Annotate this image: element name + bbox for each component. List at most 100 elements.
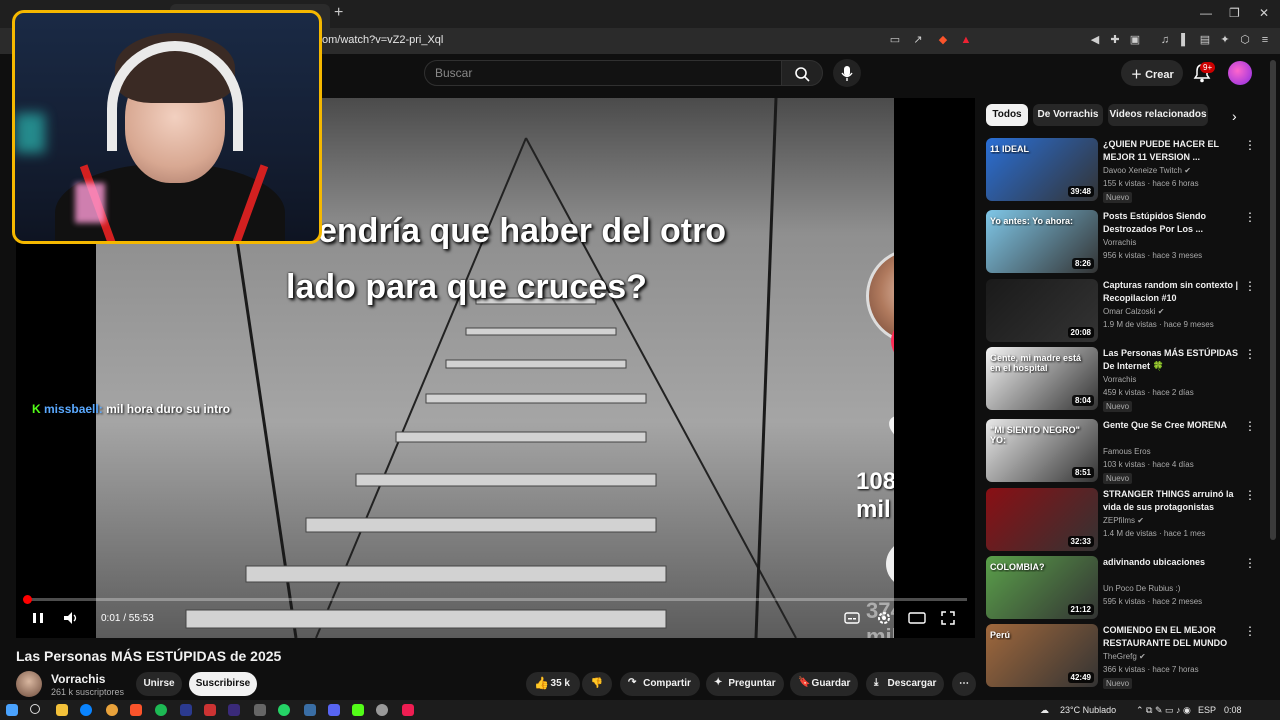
recommendation-item[interactable]: 20:08 Capturas random sin contexto | Reco…: [986, 279, 1256, 345]
url-field[interactable]: om/watch?v=vZ2-pri_Xql: [322, 34, 443, 46]
extensions-icon[interactable]: ✚: [1108, 33, 1122, 47]
fullscreen-button[interactable]: [940, 610, 956, 629]
more-actions-button[interactable]: ⋯: [952, 672, 976, 696]
video-thumbnail[interactable]: 11 IDEAL 39:48: [986, 138, 1098, 201]
kebab-menu-icon[interactable]: ⋮: [1244, 624, 1256, 638]
settings-button[interactable]: [876, 610, 892, 629]
sidebar-toggle-icon[interactable]: ▌: [1178, 33, 1192, 47]
leo-ai-icon[interactable]: ✦: [1218, 33, 1232, 47]
windows-start-icon[interactable]: [6, 704, 18, 716]
video-thumbnail[interactable]: "MI SIENTO NEGRO" YO: 8:51: [986, 419, 1098, 482]
recommendation-channel[interactable]: Vorrachis: [1103, 375, 1136, 384]
app-icon[interactable]: [304, 704, 316, 716]
whatsapp-icon[interactable]: [278, 704, 290, 716]
download-button[interactable]: ⤓ Descargar: [866, 672, 944, 696]
video-thumbnail[interactable]: 32:33: [986, 488, 1098, 551]
kebab-menu-icon[interactable]: ⋮: [1244, 419, 1256, 433]
kebab-menu-icon[interactable]: ⋮: [1244, 210, 1256, 224]
minimize-button[interactable]: —: [1200, 6, 1212, 20]
edge-icon[interactable]: [80, 704, 92, 716]
recommendation-title[interactable]: Las Personas MÁS ESTÚPIDAS De Internet 🍀: [1103, 347, 1243, 373]
restore-button[interactable]: ❐: [1229, 6, 1240, 20]
video-thumbnail[interactable]: Perú 42:49: [986, 624, 1098, 687]
cast-icon[interactable]: ▭: [888, 33, 902, 47]
wallet-icon[interactable]: ▤: [1198, 33, 1212, 47]
recommendation-item[interactable]: 11 IDEAL 39:48 ¿QUIEN PUEDE HACER EL MEJOR…: [986, 138, 1256, 204]
recommendation-title[interactable]: Capturas random sin contexto | Recopilac…: [1103, 279, 1243, 305]
recommendation-channel[interactable]: Vorrachis: [1103, 238, 1136, 247]
chevron-right-icon[interactable]: ›: [1232, 108, 1237, 124]
chrome-icon[interactable]: [106, 704, 118, 716]
search-input[interactable]: Buscar: [424, 60, 782, 86]
new-tab-button[interactable]: +: [334, 4, 343, 22]
share-page-icon[interactable]: ↗: [911, 33, 925, 47]
chip-videos-relacionados[interactable]: Videos relacionados: [1108, 104, 1208, 126]
channel-name[interactable]: Vorrachis: [51, 672, 105, 686]
kebab-menu-icon[interactable]: ⋮: [1244, 347, 1256, 361]
vpn-icon[interactable]: ⬡: [1238, 33, 1252, 47]
video-thumbnail[interactable]: Gente, mi madre está en el hospital 8:04: [986, 347, 1098, 410]
video-thumbnail[interactable]: Yo antes: Yo ahora: 8:26: [986, 210, 1098, 273]
kebab-menu-icon[interactable]: ⋮: [1244, 488, 1256, 502]
brave-rewards-icon[interactable]: ▲: [959, 33, 973, 47]
recommendation-channel[interactable]: Omar Calzoski ✔: [1103, 307, 1164, 316]
save-button[interactable]: 🔖 Guardar: [790, 672, 858, 696]
video-thumbnail[interactable]: 20:08: [986, 279, 1098, 342]
pause-button[interactable]: [30, 610, 46, 629]
dislike-button[interactable]: 👎: [582, 672, 612, 696]
recommendation-title[interactable]: Gente Que Se Cree MORENA: [1103, 419, 1243, 432]
discord-icon[interactable]: [328, 704, 340, 716]
file-explorer-icon[interactable]: [56, 704, 68, 716]
account-avatar[interactable]: [1228, 61, 1252, 85]
recommendation-channel[interactable]: TheGrefg ✔: [1103, 652, 1146, 661]
search-icon[interactable]: [30, 704, 40, 714]
app-icon[interactable]: [254, 704, 266, 716]
like-button[interactable]: 👍 35 k: [526, 672, 580, 696]
join-button[interactable]: Unirse: [136, 672, 182, 696]
screenshot-icon[interactable]: ▣: [1128, 33, 1142, 47]
recommendation-item[interactable]: Yo antes: Yo ahora: 8:26 Posts Estúpidos S…: [986, 210, 1256, 276]
voice-search-button[interactable]: [833, 59, 861, 87]
chip-todos[interactable]: Todos: [986, 104, 1028, 126]
calendar-icon[interactable]: [204, 704, 216, 716]
volume-button[interactable]: [62, 610, 80, 629]
ask-button[interactable]: ✦ Preguntar: [706, 672, 784, 696]
tiktok-icon[interactable]: [402, 704, 414, 716]
weather-text[interactable]: 23°C Nublado: [1060, 705, 1116, 715]
photoshop-icon[interactable]: [180, 704, 192, 716]
recommendation-title[interactable]: Posts Estúpidos Siendo Destrozados Por L…: [1103, 210, 1243, 236]
progress-scrubber[interactable]: [22, 595, 32, 604]
channel-avatar[interactable]: [16, 671, 42, 697]
kick-icon[interactable]: [352, 704, 364, 716]
chip-de-vorrachis[interactable]: De Vorrachis: [1033, 104, 1103, 126]
recommendation-channel[interactable]: Un Poco De Rubius :): [1103, 584, 1180, 593]
share-button[interactable]: ↷ Compartir: [620, 672, 700, 696]
subtitles-button[interactable]: [844, 610, 860, 629]
search-button[interactable]: [781, 60, 823, 86]
progress-bar[interactable]: [24, 598, 967, 601]
recommendation-title[interactable]: ¿QUIEN PUEDE HACER EL MEJOR 11 VERSION .…: [1103, 138, 1243, 164]
subscribe-button[interactable]: Suscribirse: [189, 672, 257, 696]
recommendation-title[interactable]: adivinando ubicaciones: [1103, 556, 1243, 569]
tray-icons[interactable]: ⌃ ⧉ ✎ ▭ ♪ ◉: [1136, 705, 1191, 716]
language-indicator[interactable]: ESP: [1198, 705, 1216, 715]
recommendation-channel[interactable]: Famous Eros: [1103, 447, 1151, 456]
recommendation-title[interactable]: COMIENDO EN EL MEJOR RESTAURANTE DEL MUN…: [1103, 624, 1243, 650]
media-icon[interactable]: ◀: [1088, 33, 1102, 47]
kebab-menu-icon[interactable]: ⋮: [1244, 138, 1256, 152]
recommendation-item[interactable]: Perú 42:49 COMIENDO EN EL MEJOR RESTAURANT…: [986, 624, 1256, 690]
premiere-icon[interactable]: [228, 704, 240, 716]
scrollbar[interactable]: [1270, 60, 1276, 540]
recommendation-item[interactable]: COLOMBIA? 21:12 adivinando ubicaciones Un P…: [986, 556, 1256, 622]
spotify-icon[interactable]: [155, 704, 167, 716]
music-icon[interactable]: ♫: [1158, 33, 1172, 47]
obs-icon[interactable]: [376, 704, 388, 716]
kebab-menu-icon[interactable]: ⋮: [1244, 556, 1256, 570]
close-button[interactable]: ✕: [1259, 6, 1269, 20]
brave-icon[interactable]: [130, 704, 142, 716]
clock[interactable]: 0:08: [1224, 705, 1242, 715]
kebab-menu-icon[interactable]: ⋮: [1244, 279, 1256, 293]
brave-shield-icon[interactable]: ◆: [936, 33, 950, 47]
video-thumbnail[interactable]: COLOMBIA? 21:12: [986, 556, 1098, 619]
create-button[interactable]: ＋ Crear: [1121, 60, 1183, 86]
